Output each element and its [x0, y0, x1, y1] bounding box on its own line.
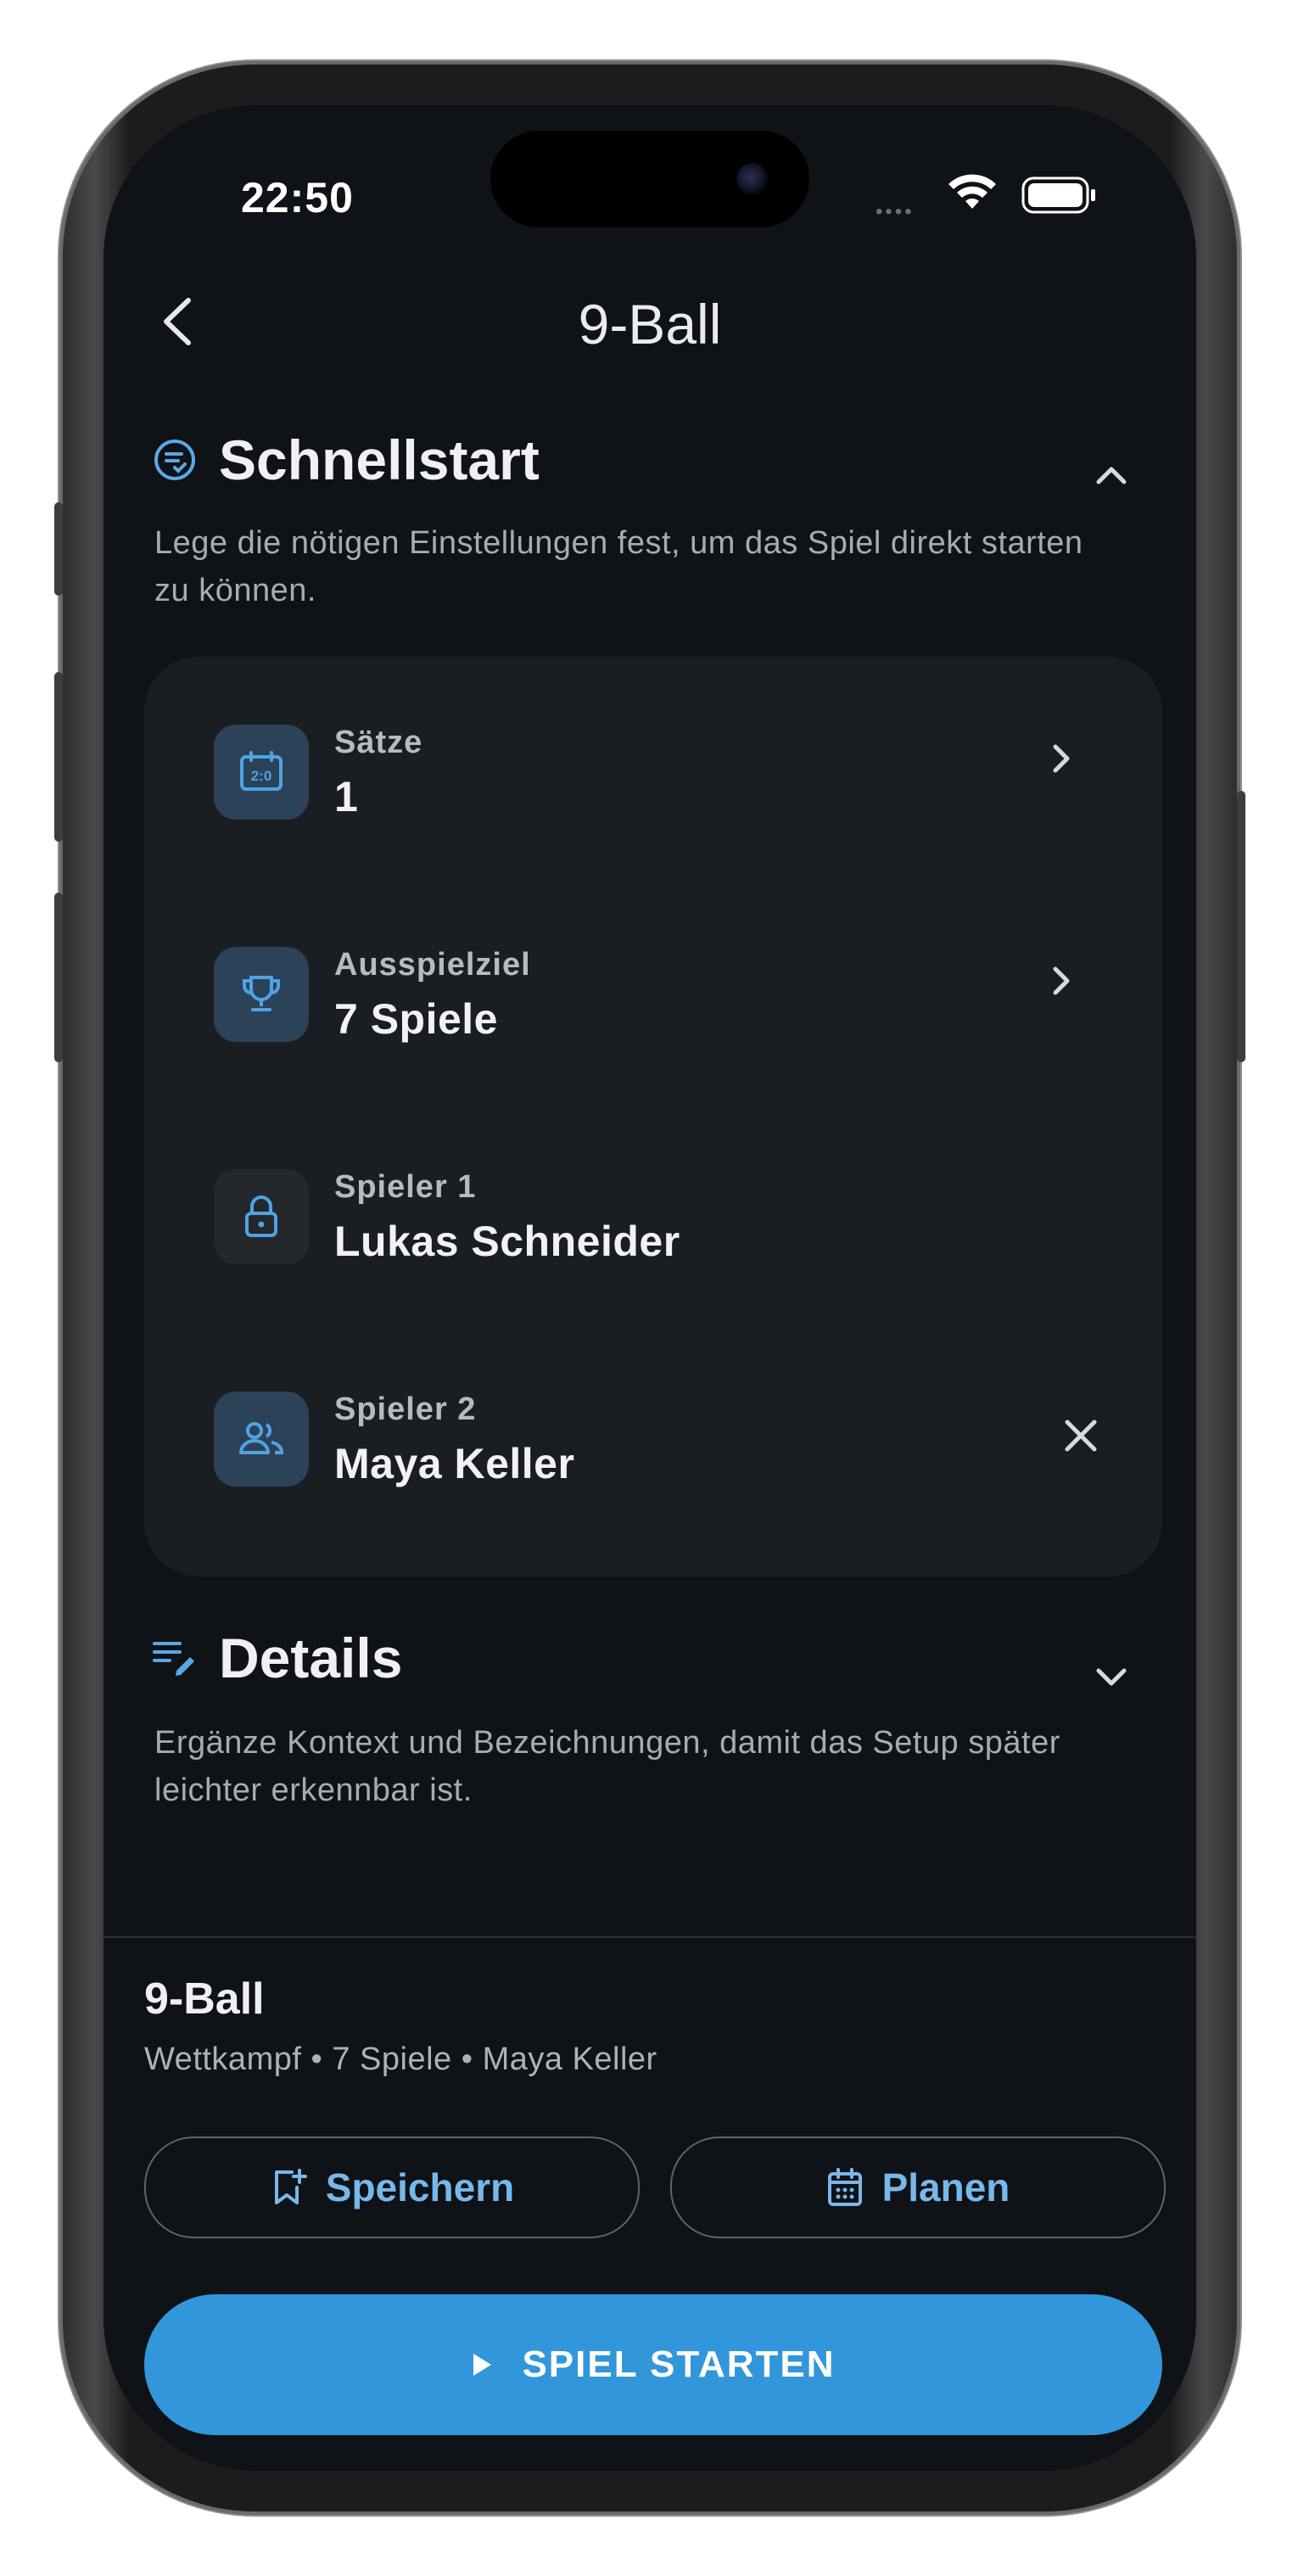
expand-chevron-icon[interactable]: [1092, 1660, 1131, 1694]
app-screen: 22:50 •••• 9-Ball Schnellstart Lege die …: [104, 105, 1196, 2471]
action-button: [54, 502, 63, 596]
setting-label: Spieler 2: [334, 1392, 477, 1427]
plan-label: Planen: [881, 2165, 1010, 2209]
setting-label: Spieler 1: [334, 1169, 477, 1205]
setting-value: 7 Spiele: [334, 995, 498, 1043]
svg-text:2:0: 2:0: [251, 768, 272, 784]
setting-row-sets[interactable]: 2:0 Sätze 1: [144, 657, 1162, 879]
wifi-icon: [948, 174, 996, 209]
trophy-icon: [214, 947, 309, 1042]
battery-icon: [1021, 176, 1095, 214]
edit-notes-icon: [153, 1642, 194, 1676]
setting-value: 1: [334, 773, 359, 820]
quickstart-title: Schnellstart: [219, 428, 540, 491]
volume-up-button: [54, 672, 63, 842]
summary-title: 9-Ball: [144, 1974, 265, 2024]
bookmark-add-icon: [274, 2169, 307, 2204]
chevron-right-icon[interactable]: [1043, 962, 1077, 1000]
setting-row-player-1: Spieler 1 Lukas Schneider: [144, 1101, 1162, 1324]
details-title: Details: [219, 1627, 403, 1689]
save-button[interactable]: Speichern: [144, 2136, 640, 2238]
setting-value: Maya Keller: [334, 1440, 575, 1487]
close-icon[interactable]: [1060, 1415, 1101, 1456]
volume-down-button: [54, 893, 63, 1062]
setting-row-player-2[interactable]: Spieler 2 Maya Keller: [144, 1324, 1162, 1546]
collapse-chevron-icon[interactable]: [1092, 458, 1131, 492]
dynamic-island: [490, 131, 809, 227]
quickstart-header[interactable]: Schnellstart: [151, 428, 540, 492]
plan-button[interactable]: Planen: [670, 2136, 1166, 2238]
start-game-label: SPIEL STARTEN: [522, 2344, 836, 2385]
power-button: [1237, 791, 1245, 1062]
camera-icon: [736, 163, 769, 195]
setting-label: Ausspielziel: [334, 947, 531, 983]
page-title: 9-Ball: [578, 293, 722, 356]
phone-frame: 22:50 •••• 9-Ball Schnellstart Lege die …: [54, 61, 1245, 2515]
summary-subtitle: Wettkampf • 7 Spiele • Maya Keller: [144, 2041, 657, 2077]
start-game-button[interactable]: SPIEL STARTEN: [144, 2294, 1162, 2435]
settings-card: 2:0 Sätze 1 Ausspielziel 7 Spiele Spiele…: [144, 657, 1162, 1576]
scoreboard-icon: 2:0: [214, 725, 309, 820]
chevron-right-icon[interactable]: [1043, 740, 1077, 777]
quickstart-description: Lege die nötigen Einstellungen fest, um …: [154, 525, 1083, 608]
setting-row-target[interactable]: Ausspielziel 7 Spiele: [144, 879, 1162, 1101]
details-description: Ergänze Kontext und Bezeichnungen, damit…: [154, 1725, 1060, 1808]
checklist-badge-icon: [154, 440, 195, 480]
divider: [104, 1936, 1196, 1938]
status-time: 22:50: [241, 174, 354, 221]
cellular-signal-icon: ••••: [876, 200, 915, 223]
save-label: Speichern: [325, 2165, 515, 2209]
setting-value: Lukas Schneider: [334, 1218, 680, 1265]
lock-icon: [214, 1169, 309, 1264]
details-header[interactable]: Details: [151, 1626, 402, 1690]
setting-label: Sätze: [334, 725, 423, 760]
people-icon: [214, 1392, 309, 1487]
play-icon: [473, 2354, 492, 2376]
calendar-icon: [827, 2168, 862, 2206]
